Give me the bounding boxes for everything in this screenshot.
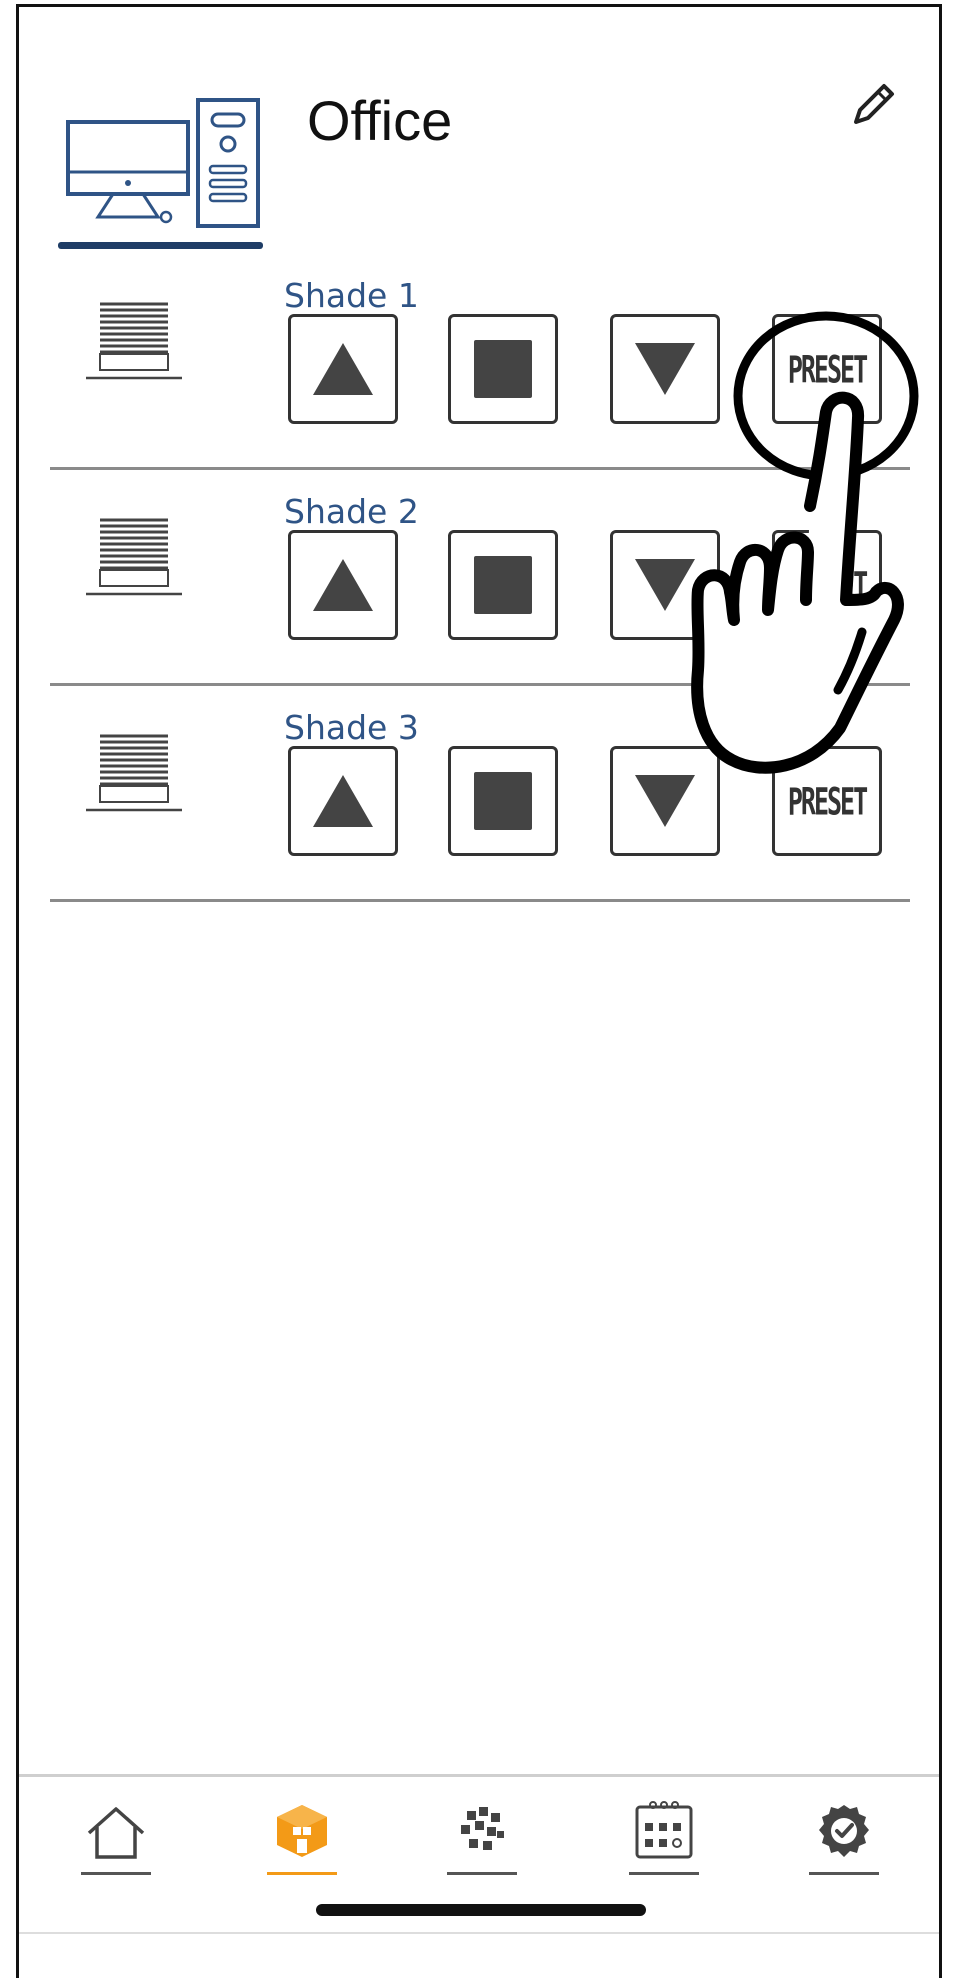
shade-stop-button[interactable] [448, 746, 558, 856]
divider [19, 1932, 939, 1934]
window-shade-icon [86, 518, 182, 596]
shade-up-button[interactable] [288, 314, 398, 424]
up-arrow-icon [313, 559, 373, 611]
home-indicator[interactable] [316, 1904, 646, 1916]
room-cube-icon [277, 1805, 327, 1857]
nav-underline [629, 1872, 699, 1875]
room-title: Office [307, 89, 453, 152]
shade-label: Shade 1 [284, 276, 419, 315]
nav-underline [809, 1872, 879, 1875]
nav-scenes[interactable] [447, 1799, 517, 1875]
pencil-icon[interactable] [848, 78, 900, 130]
window-shade-icon [86, 734, 182, 812]
shade-up-button[interactable] [288, 746, 398, 856]
shade-label: Shade 3 [284, 708, 419, 747]
computer-icon [58, 98, 263, 249]
nav-underline [81, 1872, 151, 1875]
settings-gear-icon [819, 1805, 869, 1857]
nav-underline [267, 1872, 337, 1875]
stop-icon [474, 556, 532, 614]
scenes-grid-icon [461, 1807, 504, 1850]
preset-label: PRESET [787, 779, 868, 823]
shade-stop-button[interactable] [448, 530, 558, 640]
shade-up-button[interactable] [288, 530, 398, 640]
shade-label: Shade 2 [284, 492, 419, 531]
nav-settings[interactable] [809, 1799, 879, 1875]
nav-underline [447, 1872, 517, 1875]
down-arrow-icon [635, 775, 695, 827]
nav-home[interactable] [81, 1799, 151, 1875]
up-arrow-icon [313, 343, 373, 395]
window-shade-icon [86, 302, 182, 380]
nav-schedule[interactable] [629, 1799, 699, 1875]
shade-stop-button[interactable] [448, 314, 558, 424]
stop-icon [474, 340, 532, 398]
up-arrow-icon [313, 775, 373, 827]
stop-icon [474, 772, 532, 830]
pointing-hand-icon [691, 391, 904, 774]
home-icon [87, 1807, 145, 1859]
calendar-icon [635, 1801, 693, 1859]
nav-rooms[interactable] [267, 1799, 337, 1875]
